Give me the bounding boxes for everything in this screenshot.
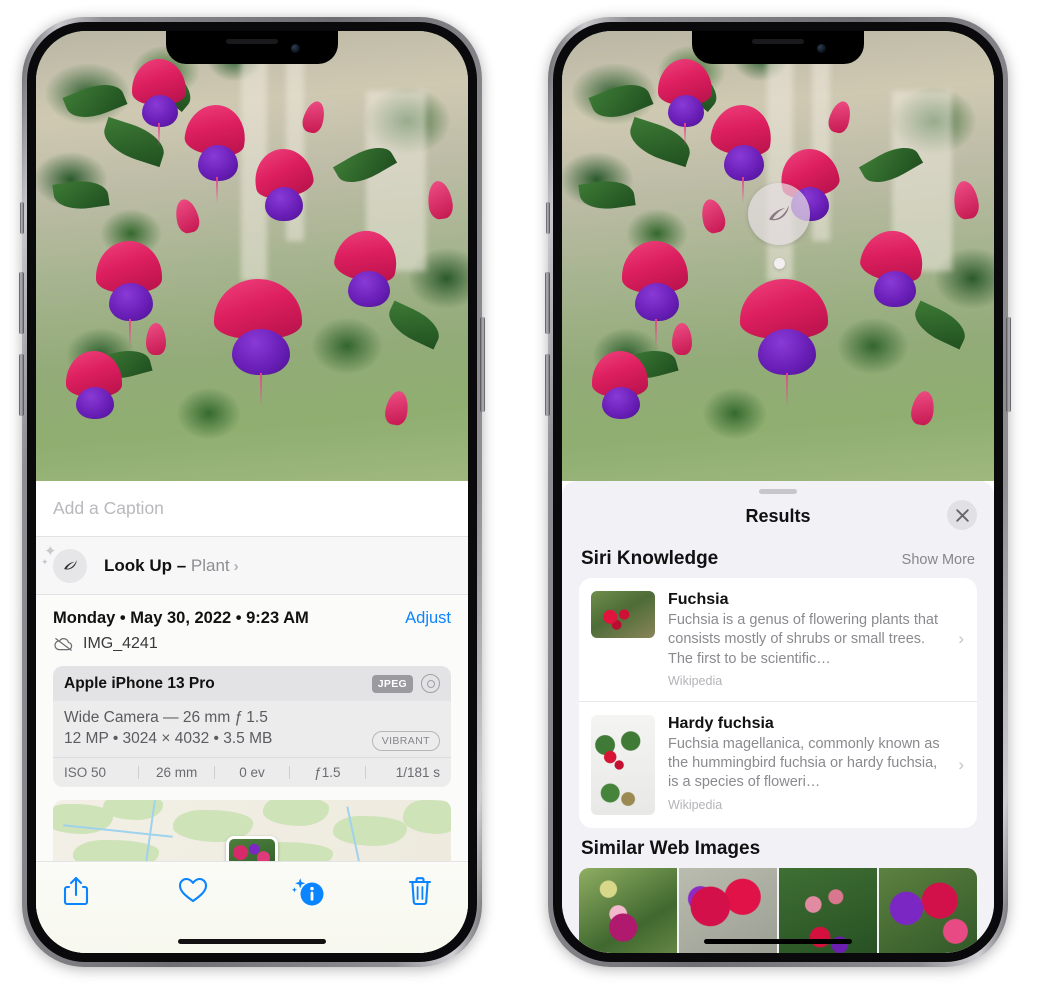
stat-shutter: 1/181 s xyxy=(395,765,441,780)
card-description: Fuchsia magellanica, commonly known as t… xyxy=(668,735,940,791)
caption-field[interactable]: Add a Caption xyxy=(36,481,468,537)
similar-image-thumb[interactable] xyxy=(879,867,977,953)
home-indicator[interactable] xyxy=(704,939,852,944)
exif-stats-row: ISO 50 26 mm 0 ev ƒ1.5 1/181 s xyxy=(53,757,451,787)
power-button[interactable] xyxy=(1006,317,1011,412)
card-thumbnail xyxy=(591,714,655,815)
stat-focal: 26 mm xyxy=(155,765,198,780)
card-description: Fuchsia is a genus of flowering plants t… xyxy=(668,612,939,667)
exif-body: Wide Camera — 26 mm ƒ 1.5 12 MP • 3024 ×… xyxy=(53,701,451,757)
home-indicator[interactable] xyxy=(178,939,326,944)
chevron-right-icon: › xyxy=(233,557,239,575)
format-badge: JPEG xyxy=(371,674,413,693)
right-phone-screen: Results Siri Knowledge Show More Fuchsia… xyxy=(562,31,994,953)
photo-detail-sheet: Add a Caption ✦ ✦ Look Up – Plant › Mond… xyxy=(36,481,468,953)
results-title: Results xyxy=(745,505,811,526)
card-source: Wikipedia xyxy=(668,797,723,812)
front-camera xyxy=(291,44,300,53)
stat-aperture: ƒ1.5 xyxy=(314,765,341,780)
show-more-button[interactable]: Show More xyxy=(902,552,975,568)
cloud-slash-icon xyxy=(53,636,74,652)
photo-viewer[interactable] xyxy=(562,31,994,481)
volume-down-button[interactable] xyxy=(545,354,550,416)
leaf-icon: ✦ ✦ xyxy=(41,544,87,583)
card-title: Hardy fuchsia xyxy=(668,714,774,732)
sparkle-small-icon: ✦ xyxy=(41,556,49,567)
results-sheet: Results Siri Knowledge Show More Fuchsia… xyxy=(562,481,994,953)
knowledge-card[interactable]: Hardy fuchsia Fuchsia magellanica, commo… xyxy=(579,700,977,828)
front-camera xyxy=(817,44,826,53)
volume-up-button[interactable] xyxy=(545,272,550,334)
close-icon[interactable] xyxy=(947,500,977,530)
notch xyxy=(166,31,338,64)
notch xyxy=(692,31,864,64)
left-phone-bezel: Add a Caption ✦ ✦ Look Up – Plant › Mond… xyxy=(27,22,477,962)
look-up-row[interactable]: ✦ ✦ Look Up – Plant › xyxy=(36,537,468,595)
exif-card[interactable]: Apple iPhone 13 Pro JPEG Wide Camera — 2… xyxy=(53,666,451,787)
power-button[interactable] xyxy=(480,317,485,412)
trash-icon[interactable] xyxy=(407,876,441,910)
card-content: Hardy fuchsia Fuchsia magellanica, commo… xyxy=(655,715,965,812)
right-phone-frame: Results Siri Knowledge Show More Fuchsia… xyxy=(545,17,1011,967)
similar-image-thumb[interactable] xyxy=(579,867,677,953)
look-up-label: Look Up – Plant › xyxy=(104,556,239,576)
earpiece-speaker xyxy=(226,39,278,44)
mute-switch[interactable] xyxy=(546,202,550,234)
capture-date: Monday • May 30, 2022 • 9:23 AM xyxy=(53,609,309,627)
mute-switch[interactable] xyxy=(20,202,24,234)
look-up-subject: Plant xyxy=(190,555,230,575)
caption-placeholder: Add a Caption xyxy=(53,498,164,518)
similar-images-title: Similar Web Images xyxy=(581,837,761,859)
photo-viewer[interactable] xyxy=(36,31,468,481)
volume-down-button[interactable] xyxy=(19,354,24,416)
chevron-right-icon: › xyxy=(958,629,964,649)
knowledge-card[interactable]: Fuchsia Fuchsia is a genus of flowering … xyxy=(579,578,977,701)
lens-info: Wide Camera — 26 mm ƒ 1.5 xyxy=(64,709,268,726)
card-source: Wikipedia xyxy=(668,673,723,688)
chevron-right-icon: › xyxy=(958,754,964,774)
aperture-icon xyxy=(421,674,440,693)
visual-look-up-badge[interactable] xyxy=(748,183,810,269)
leaf-icon xyxy=(748,183,810,245)
siri-knowledge-header: Siri Knowledge Show More xyxy=(562,538,994,578)
share-icon[interactable] xyxy=(63,876,97,910)
filename: IMG_4241 xyxy=(83,635,158,652)
stat-ev: 0 ev xyxy=(239,765,265,780)
exif-header: Apple iPhone 13 Pro JPEG xyxy=(53,666,451,701)
adjust-button[interactable]: Adjust xyxy=(405,609,451,628)
siri-knowledge-list: Fuchsia Fuchsia is a genus of flowering … xyxy=(579,578,977,828)
siri-knowledge-title: Siri Knowledge xyxy=(581,548,719,569)
left-phone-screen: Add a Caption ✦ ✦ Look Up – Plant › Mond… xyxy=(36,31,468,953)
left-phone-frame: Add a Caption ✦ ✦ Look Up – Plant › Mond… xyxy=(19,17,485,967)
card-title: Fuchsia xyxy=(668,591,729,608)
look-up-anchor-dot xyxy=(773,258,785,269)
card-content: Fuchsia Fuchsia is a genus of flowering … xyxy=(655,591,965,688)
style-badge: VIBRANT xyxy=(371,731,440,751)
info-sparkle-icon[interactable] xyxy=(292,876,326,910)
right-phone-bezel: Results Siri Knowledge Show More Fuchsia… xyxy=(553,22,1003,962)
earpiece-speaker xyxy=(752,39,804,44)
look-up-title: Look Up – xyxy=(104,555,187,575)
location-map[interactable] xyxy=(53,800,451,870)
volume-up-button[interactable] xyxy=(19,272,24,334)
heart-icon[interactable] xyxy=(178,876,212,910)
card-thumbnail xyxy=(591,591,655,638)
similar-images-header: Similar Web Images xyxy=(562,828,994,868)
stat-iso: ISO 50 xyxy=(64,765,107,780)
results-header: Results xyxy=(562,494,994,538)
photo-metadata: Monday • May 30, 2022 • 9:23 AM Adjust I… xyxy=(36,595,468,653)
device-name: Apple iPhone 13 Pro xyxy=(64,674,215,692)
